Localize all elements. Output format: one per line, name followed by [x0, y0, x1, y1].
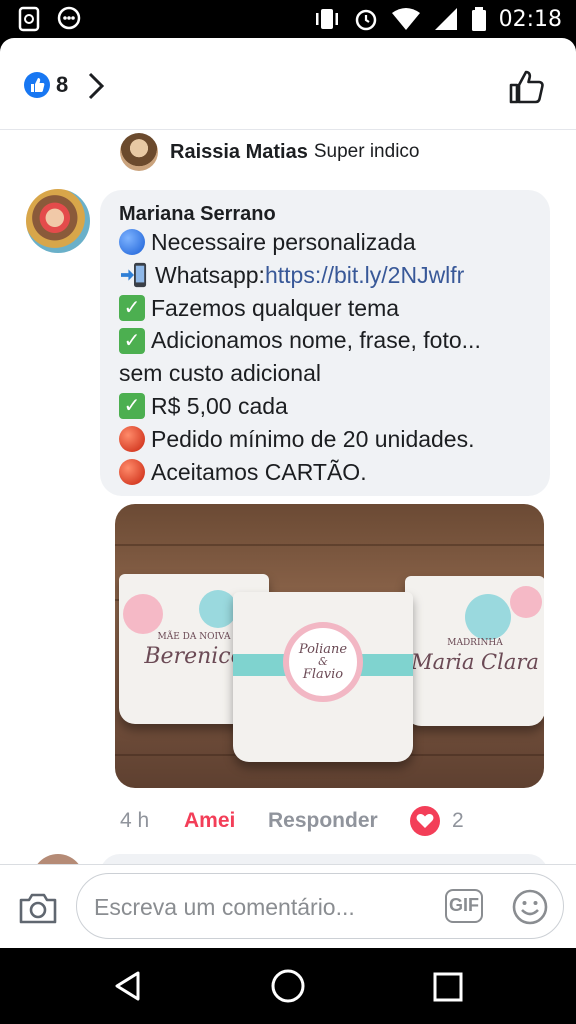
comment-line-text: R$ 5,00 cada: [151, 392, 288, 419]
clock: 02:18: [498, 6, 562, 32]
check-mark-icon: ✓: [119, 294, 145, 321]
comment-line: Whatsapp: https://bit.ly/2NJwlfr: [119, 259, 550, 292]
comment-bubble[interactable]: Mariana Serrano Necessaire personalizada…: [100, 190, 550, 496]
camera-icon[interactable]: [18, 891, 58, 925]
like-reaction-icon[interactable]: [24, 72, 50, 98]
reactions-header: 8: [0, 38, 576, 130]
necessaire-bag-center: Poliane & Flavio: [233, 592, 413, 762]
comment-line-text: Whatsapp:: [155, 261, 265, 288]
comment-line: ✓ Adicionamos nome, frase, foto...: [119, 324, 550, 357]
system-nav-bar: [0, 948, 576, 1024]
comment-author[interactable]: Mariana Serrano: [119, 202, 550, 226]
check-mark-icon: ✓: [119, 327, 145, 354]
back-icon[interactable]: [112, 970, 144, 1002]
chevron-right-icon[interactable]: [86, 70, 106, 102]
vibrate-icon: [315, 9, 338, 29]
reply-author[interactable]: Raissia Matias: [170, 141, 308, 164]
gif-button[interactable]: GIF: [445, 889, 483, 923]
battery-icon: [471, 7, 486, 31]
photo-text: Maria Clara: [411, 650, 539, 674]
comment-actions: 4 h Amei Responder 2: [120, 806, 464, 836]
home-icon[interactable]: [268, 966, 308, 1006]
comment-line-text: Pedido mínimo de 20 unidades.: [151, 425, 475, 452]
alarm-icon: [355, 9, 376, 31]
comment-line: ✓ R$ 5,00 cada: [119, 390, 550, 423]
comment-line: Necessaire personalizada: [119, 226, 550, 259]
reply-preview[interactable]: Raissia Matias Super indico: [120, 132, 419, 172]
reply-button[interactable]: Responder: [268, 809, 410, 833]
comment-line: ✓ Fazemos qualquer tema: [119, 292, 550, 325]
comment-line: sem custo adicional: [119, 357, 550, 390]
wifi-icon: [391, 8, 420, 30]
avatar[interactable]: [26, 189, 90, 253]
whatsapp-link[interactable]: https://bit.ly/2NJwlfr: [265, 259, 464, 292]
status-bar: 02:18: [0, 0, 576, 38]
comment-line-text: Aceitamos CARTÃO.: [151, 458, 367, 485]
signal-icon: [434, 8, 457, 30]
comment-line-text: Necessaire personalizada: [151, 229, 416, 255]
necessaire-bag-right: MADRINHA Maria Clara: [405, 576, 544, 726]
comment-line: Aceitamos CARTÃO.: [119, 456, 550, 489]
reply-text: Super indico: [313, 141, 420, 162]
sticker-smiley-icon[interactable]: [511, 888, 549, 926]
avatar[interactable]: [120, 133, 158, 171]
recent-apps-icon[interactable]: [433, 972, 463, 1002]
photo-text: Flavio: [302, 667, 344, 682]
screenshot-icon: [18, 6, 40, 32]
comment-line-text: sem custo adicional: [119, 360, 321, 387]
red-circle-icon: [119, 458, 145, 485]
comment-sheet: 8 Raissia Matias Super indico Mariana Se…: [0, 38, 576, 948]
comment-line-text: Adicionamos nome, frase, foto...: [151, 327, 481, 354]
comment-time: 4 h: [120, 809, 150, 832]
heart-icon[interactable]: [410, 806, 440, 836]
photo-text: MADRINHA: [447, 638, 503, 648]
like-button-thumb-icon[interactable]: [508, 68, 546, 106]
check-mark-icon: ✓: [119, 393, 145, 420]
comment-line: Pedido mínimo de 20 unidades.: [119, 423, 550, 456]
messenger-icon: [57, 6, 81, 30]
love-reaction-button[interactable]: Amei: [184, 809, 268, 833]
comment-line-text: Fazemos qualquer tema: [151, 294, 400, 321]
comment-composer: Escreva um comentário... GIF: [0, 864, 576, 948]
blue-circle-icon: [119, 229, 145, 256]
reaction-count[interactable]: 2: [452, 809, 464, 833]
comment-photo[interactable]: MÃE DA NOIVA Berenice MADRINHA Maria Cla…: [115, 504, 544, 788]
red-circle-icon: [119, 426, 145, 453]
comment-input-placeholder: Escreva um comentário...: [94, 894, 355, 920]
mobile-phone-arrow-icon: [121, 263, 147, 288]
like-count[interactable]: 8: [56, 72, 68, 98]
comment-input[interactable]: Escreva um comentário... GIF: [76, 873, 564, 939]
